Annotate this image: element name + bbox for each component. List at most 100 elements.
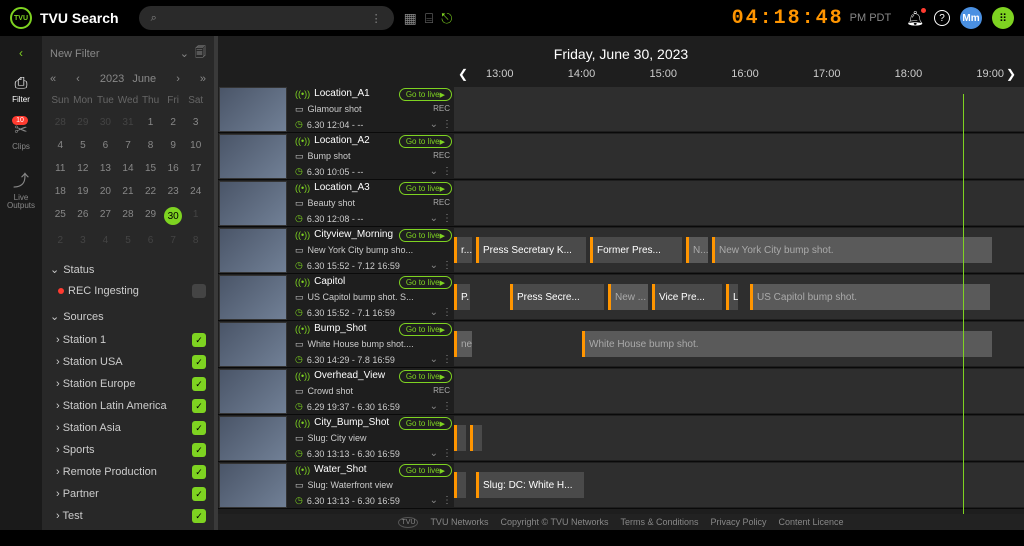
help-icon[interactable]: ? xyxy=(934,10,950,26)
source-check-icon[interactable]: ✓ xyxy=(192,443,206,457)
stream-thumbnail[interactable] xyxy=(219,134,287,179)
cal-day[interactable]: 8 xyxy=(140,135,161,156)
expand-icon[interactable]: ⌄ xyxy=(430,495,438,506)
stream-thumbnail[interactable] xyxy=(219,181,287,226)
timeline-clip[interactable] xyxy=(470,425,482,451)
playhead[interactable] xyxy=(963,94,964,514)
cal-day[interactable]: 30 xyxy=(163,204,184,228)
more-icon[interactable]: ⋮ xyxy=(442,260,452,271)
timeline-clip[interactable]: P. xyxy=(454,284,470,310)
cal-day[interactable]: 27 xyxy=(95,204,116,228)
time-prev[interactable]: ❮ xyxy=(458,67,468,81)
expand-icon[interactable]: ⌄ xyxy=(430,401,438,412)
rail-item-live-outputs[interactable]: ⤴Live Outputs xyxy=(0,167,42,212)
notifications-icon[interactable]: 🔔︎ xyxy=(906,10,924,27)
status-header[interactable]: ⌄Status xyxy=(50,263,206,276)
cal-day[interactable]: 17 xyxy=(185,158,206,179)
cal-day[interactable]: 3 xyxy=(185,112,206,133)
timeline-clip[interactable]: ne xyxy=(454,331,472,357)
go-live-button[interactable]: Go to live▶ xyxy=(399,135,452,148)
stream-timeline[interactable] xyxy=(454,87,1024,131)
cal-day[interactable]: 1 xyxy=(140,112,161,133)
expand-icon[interactable]: ⌄ xyxy=(430,166,438,177)
time-next[interactable]: ❯ xyxy=(1006,67,1016,81)
source-check-icon[interactable]: ✓ xyxy=(192,465,206,479)
avatar[interactable]: Mm xyxy=(960,7,982,29)
more-icon[interactable]: ⋮ xyxy=(442,354,452,365)
stream-timeline[interactable] xyxy=(454,181,1024,225)
cal-day[interactable]: 25 xyxy=(50,204,71,228)
rail-item-filter[interactable]: ⎙Filter xyxy=(12,75,30,105)
timeline-clip[interactable]: New ... xyxy=(608,284,648,310)
cal-day[interactable]: 11 xyxy=(50,158,71,179)
search-input[interactable] xyxy=(157,12,371,24)
expand-icon[interactable]: ⌄ xyxy=(430,260,438,271)
cal-day[interactable]: 4 xyxy=(95,230,116,251)
timeline-clip[interactable]: Press Secre... xyxy=(510,284,604,310)
source-item[interactable]: › Station USA✓ xyxy=(50,351,206,373)
timeline-clip[interactable]: Vice Pre... xyxy=(652,284,722,310)
expand-icon[interactable]: ⌄ xyxy=(430,448,438,459)
source-item[interactable]: › Station Asia✓ xyxy=(50,417,206,439)
stream-timeline[interactable]: Slug: DC: White H... xyxy=(454,463,1024,507)
cal-day[interactable]: 13 xyxy=(95,158,116,179)
source-check-icon[interactable]: ✓ xyxy=(192,421,206,435)
stream-timeline[interactable] xyxy=(454,134,1024,178)
cal-prev[interactable]: ‹ xyxy=(76,73,80,85)
rail-item-clips[interactable]: ✂Clips10 xyxy=(12,120,30,152)
cal-day[interactable]: 6 xyxy=(140,230,161,251)
stream-thumbnail[interactable] xyxy=(219,87,287,132)
expand-icon[interactable]: ⌄ xyxy=(430,213,438,224)
cal-day[interactable]: 10 xyxy=(185,135,206,156)
timeline-clip[interactable]: Press Secretary K... xyxy=(476,237,586,263)
cal-day[interactable]: 9 xyxy=(163,135,184,156)
source-check-icon[interactable]: ✓ xyxy=(192,377,206,391)
cal-day[interactable]: 2 xyxy=(163,112,184,133)
cal-day[interactable]: 6 xyxy=(95,135,116,156)
cal-year[interactable]: 2023 xyxy=(100,73,124,85)
go-live-button[interactable]: Go to live▶ xyxy=(399,417,452,430)
source-item[interactable]: › Station Latin America✓ xyxy=(50,395,206,417)
search-box[interactable]: ⌕ ⋮ xyxy=(139,6,394,30)
cal-day[interactable]: 7 xyxy=(118,135,139,156)
cal-prev-fast[interactable]: « xyxy=(50,73,56,85)
status-checkbox[interactable] xyxy=(192,284,206,298)
apps-icon[interactable]: ⠿ xyxy=(992,7,1014,29)
source-item[interactable]: › Partner✓ xyxy=(50,483,206,505)
search-menu-icon[interactable]: ⋮ xyxy=(371,12,382,25)
cal-day[interactable]: 23 xyxy=(163,181,184,202)
stream-thumbnail[interactable] xyxy=(219,275,287,320)
source-check-icon[interactable]: ✓ xyxy=(192,355,206,369)
cal-day[interactable]: 15 xyxy=(140,158,161,179)
footer-link-terms[interactable]: Terms & Conditions xyxy=(620,517,698,527)
cal-day[interactable]: 24 xyxy=(185,181,206,202)
cal-day[interactable]: 30 xyxy=(95,112,116,133)
save-filter-icon[interactable]: 🗐 xyxy=(195,44,206,63)
source-item[interactable]: › Station 1✓ xyxy=(50,329,206,351)
expand-icon[interactable]: ⌄ xyxy=(430,119,438,130)
source-item[interactable]: › Sports✓ xyxy=(50,439,206,461)
cal-day[interactable]: 3 xyxy=(73,230,94,251)
cal-day[interactable]: 8 xyxy=(185,230,206,251)
timeline-clip[interactable] xyxy=(454,425,466,451)
cal-day[interactable]: 7 xyxy=(163,230,184,251)
source-item[interactable]: › Test✓ xyxy=(50,505,206,527)
cal-day[interactable]: 29 xyxy=(140,204,161,228)
footer-link-privacy[interactable]: Privacy Policy xyxy=(710,517,766,527)
source-item[interactable]: › Test 2✓ xyxy=(50,527,206,530)
stream-thumbnail[interactable] xyxy=(219,228,287,273)
source-item[interactable]: › Remote Production✓ xyxy=(50,461,206,483)
cal-day[interactable]: 5 xyxy=(73,135,94,156)
stream-timeline[interactable]: P.Press Secre...New ...Vice Pre...LUS Ca… xyxy=(454,275,1024,319)
stream-thumbnail[interactable] xyxy=(219,463,287,508)
cal-day[interactable]: 4 xyxy=(50,135,71,156)
grid-view-icon[interactable]: ▦ xyxy=(404,10,417,27)
cal-day[interactable]: 28 xyxy=(118,204,139,228)
cal-next-fast[interactable]: » xyxy=(200,73,206,85)
more-icon[interactable]: ⋮ xyxy=(442,448,452,459)
go-live-button[interactable]: Go to live▶ xyxy=(399,370,452,383)
timeline-clip[interactable]: New York City bump shot. xyxy=(712,237,992,263)
stream-thumbnail[interactable] xyxy=(219,322,287,367)
cal-day[interactable]: 1 xyxy=(185,204,206,228)
go-live-button[interactable]: Go to live▶ xyxy=(399,229,452,242)
